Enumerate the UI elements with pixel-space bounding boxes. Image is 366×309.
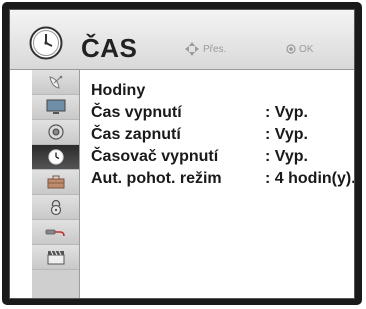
menu-item-value: : Vyp. — [265, 104, 308, 121]
ok-hint-label: OK — [299, 43, 314, 55]
dpad-arrows-icon — [185, 42, 199, 56]
speaker-icon — [47, 124, 64, 140]
menu-header: ČAS Přes. OK — [10, 10, 354, 70]
menu-item-off-time[interactable]: Čas vypnutí : Vyp. — [91, 104, 351, 126]
navigation-hint-label: Přes. — [203, 43, 227, 55]
satellite-dish-icon — [48, 75, 62, 89]
menu-panel: ČAS Přes. OK Hodiny Čas vypnutí: Vyp. Č… — [9, 9, 355, 299]
menu-item-on-time[interactable]: Čas zapnutí : Vyp. — [91, 126, 351, 148]
menu-item-label: Časovač vypnutí — [91, 148, 219, 165]
tv-screen-icon — [46, 99, 65, 114]
briefcase-icon — [47, 175, 64, 189]
menu-item-auto-standby[interactable]: Aut. pohot. režim : 4 hodin(y). — [91, 170, 354, 192]
sidebar-item-media[interactable] — [32, 245, 79, 270]
clock-icon — [47, 149, 64, 165]
sidebar-item-audio[interactable] — [32, 120, 79, 145]
sidebar-item-time[interactable] — [32, 145, 79, 170]
menu-item-value: : Vyp. — [265, 148, 308, 165]
sidebar-item-input[interactable] — [32, 220, 79, 245]
navigation-hint: Přes. — [184, 42, 226, 56]
page-title: ČAS — [81, 33, 138, 63]
input-cable-icon — [45, 229, 65, 237]
menu-item-clock[interactable]: Hodiny — [91, 82, 351, 104]
menu-item-label: Hodiny — [91, 82, 146, 99]
menu-item-label: Čas vypnutí — [91, 104, 182, 121]
sidebar-item-lock[interactable] — [32, 195, 79, 220]
clock-icon — [29, 26, 63, 60]
category-sidebar — [32, 70, 80, 298]
menu-item-label: Čas zapnutí — [91, 126, 181, 143]
sidebar-item-channels[interactable] — [32, 70, 79, 95]
menu-item-value: : Vyp. — [265, 126, 308, 143]
sidebar-item-options[interactable] — [32, 170, 79, 195]
menu-frame: ČAS Přes. OK Hodiny Čas vypnutí: Vyp. Č… — [2, 2, 362, 305]
ok-hint: OK — [286, 42, 313, 56]
menu-item-label: Aut. pohot. režim — [91, 170, 222, 187]
menu-item-sleep-timer[interactable]: Časovač vypnutí : Vyp. — [91, 148, 351, 170]
lock-icon — [50, 199, 61, 216]
menu-item-value: : 4 hodin(y). — [265, 170, 355, 187]
clapperboard-icon — [47, 250, 64, 265]
ok-button-icon — [286, 44, 296, 54]
sidebar-item-picture[interactable] — [32, 95, 79, 120]
